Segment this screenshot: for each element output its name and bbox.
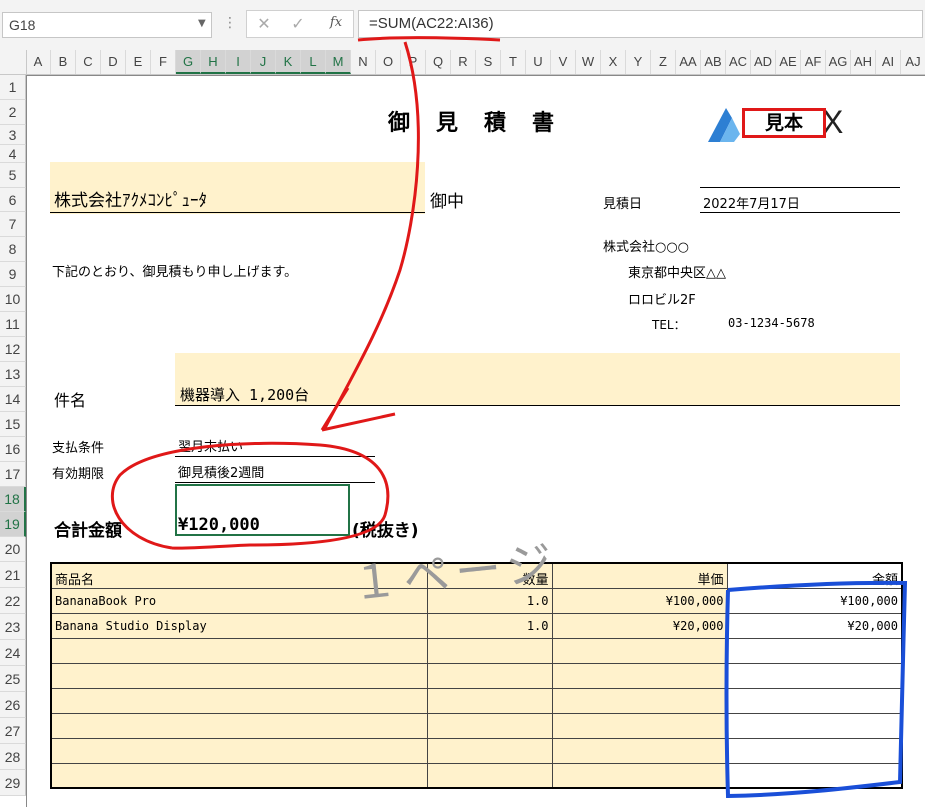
- red-arrow-head: [320, 387, 396, 432]
- red-underline-formula: [357, 36, 501, 42]
- red-circle-total: [110, 441, 390, 550]
- blue-box-amounts: [724, 580, 908, 799]
- annotation-overlay: [110, 36, 908, 799]
- red-arrow-path: [323, 41, 420, 429]
